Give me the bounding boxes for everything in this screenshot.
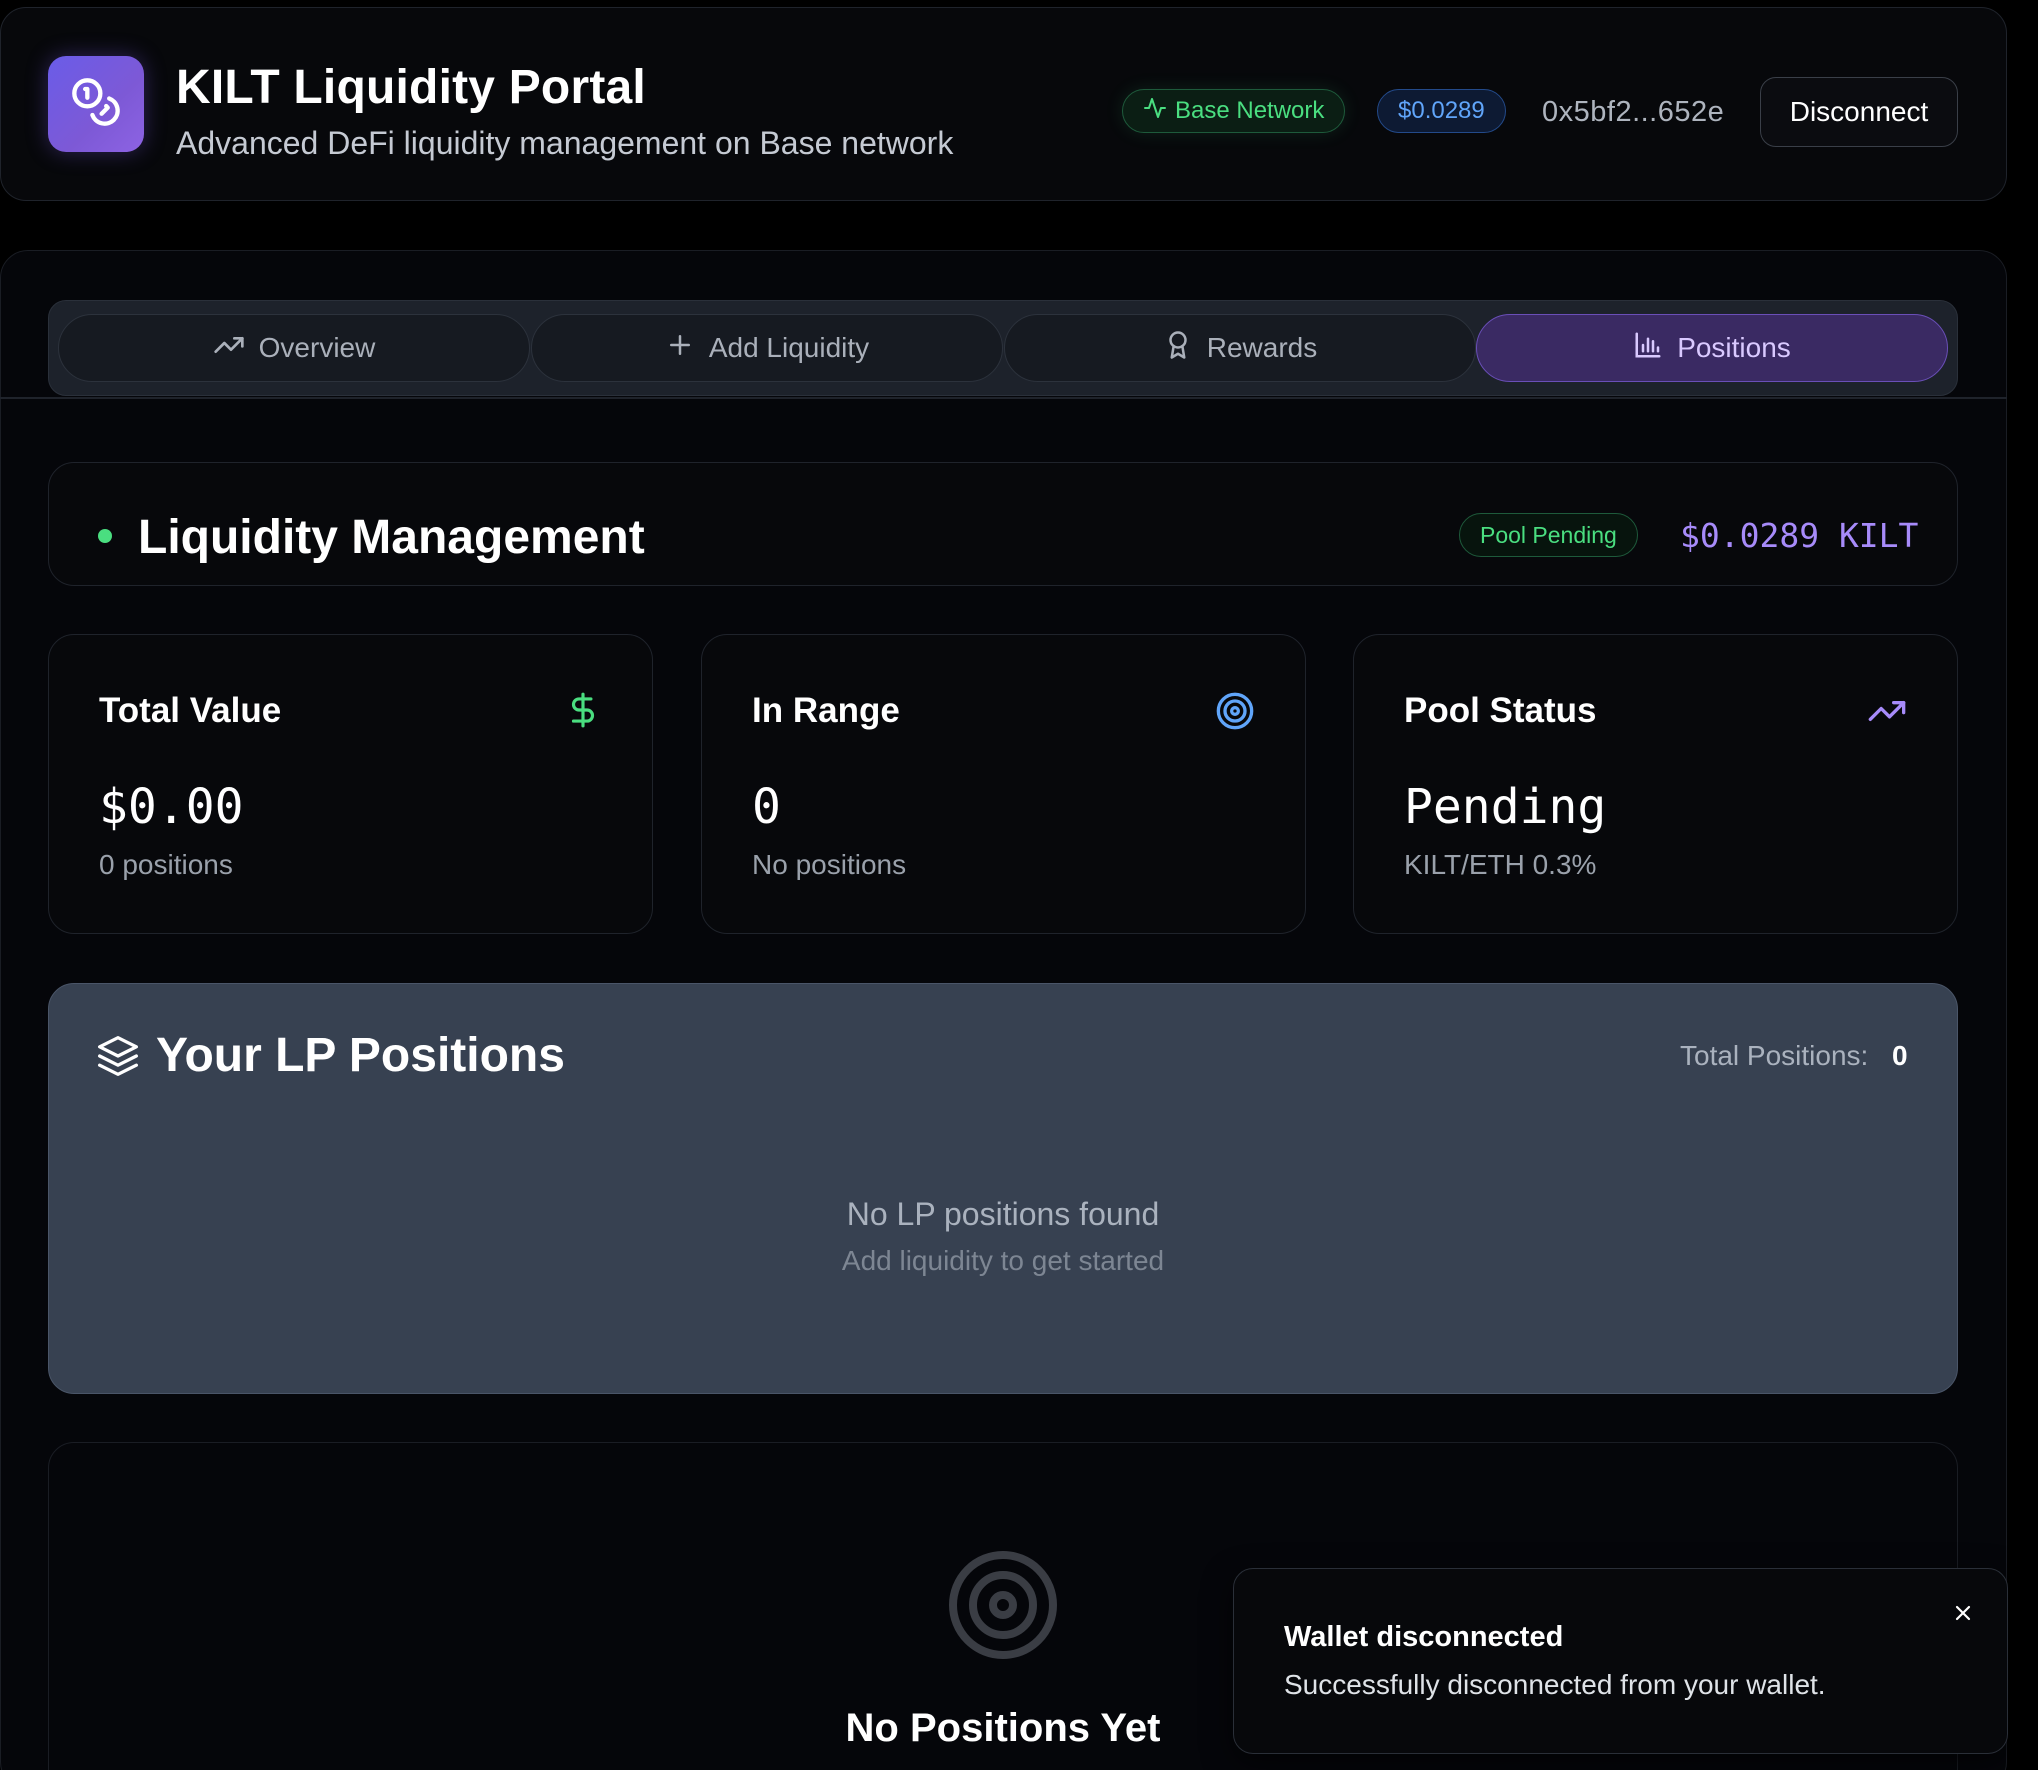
- stat-title: Pool Status: [1404, 691, 1597, 730]
- network-badge: Base Network: [1122, 89, 1346, 133]
- price-badge: $0.0289: [1377, 89, 1506, 133]
- pool-status-badge: Pool Pending: [1459, 513, 1638, 557]
- tab-overview-label: Overview: [258, 332, 376, 363]
- close-icon[interactable]: [1947, 1597, 1979, 1629]
- tab-positions[interactable]: Positions: [1476, 314, 1948, 382]
- kilt-price: $0.0289 KILT: [1680, 516, 1919, 555]
- bar-chart-icon: [1633, 330, 1663, 367]
- tab-positions-label: Positions: [1677, 332, 1791, 363]
- stat-title: In Range: [752, 691, 900, 730]
- empty-state-title: No LP positions found: [846, 1196, 1160, 1232]
- trending-up-icon: [213, 329, 245, 368]
- stat-value: $0.00: [99, 779, 244, 835]
- toast-notification: Wallet disconnected Successfully disconn…: [1233, 1568, 2008, 1754]
- trending-up-icon: [1867, 691, 1907, 736]
- app-title: KILT Liquidity Portal: [176, 61, 646, 114]
- award-icon: [1163, 330, 1193, 367]
- status-dot: [98, 529, 112, 543]
- tab-add-liquidity[interactable]: Add Liquidity: [531, 314, 1003, 382]
- divider: [0, 397, 2007, 399]
- stat-value: Pending: [1404, 779, 1607, 835]
- target-icon: [943, 1545, 1063, 1670]
- stat-title: Total Value: [99, 691, 282, 730]
- toast-message: Successfully disconnected from your wall…: [1284, 1669, 1826, 1700]
- tab-add-liquidity-label: Add Liquidity: [708, 332, 870, 363]
- app-subtitle: Advanced DeFi liquidity management on Ba…: [176, 125, 954, 161]
- stat-value: 0: [752, 779, 781, 835]
- liquidity-management-title: Liquidity Management: [138, 511, 645, 564]
- tab-overview[interactable]: Overview: [58, 314, 530, 382]
- tab-rewards-label: Rewards: [1206, 332, 1318, 363]
- stat-subtitle: KILT/ETH 0.3%: [1404, 849, 1597, 880]
- layers-icon: [96, 1034, 140, 1083]
- target-icon: [1215, 691, 1255, 736]
- network-badge-label: Base Network: [1175, 97, 1325, 124]
- stat-subtitle: No positions: [752, 849, 907, 880]
- empty-state-subtitle: Add liquidity to get started: [841, 1245, 1165, 1276]
- activity-icon: [1143, 96, 1167, 127]
- stat-card-total-value: Total Value $0.00 0 positions: [48, 634, 653, 934]
- lp-positions-title: Your LP Positions: [156, 1029, 565, 1082]
- stat-card-in-range: In Range 0 No positions: [701, 634, 1306, 934]
- wallet-address: 0x5bf2...652e: [1542, 96, 1725, 128]
- dollar-icon: [564, 691, 602, 734]
- tab-rewards[interactable]: Rewards: [1004, 314, 1476, 382]
- toast-title: Wallet disconnected: [1284, 1621, 1564, 1653]
- total-positions-label: Total Positions:: [1680, 1040, 1869, 1071]
- stat-subtitle: 0 positions: [99, 849, 233, 880]
- app-logo: [48, 56, 144, 152]
- disconnect-button[interactable]: Disconnect: [1760, 77, 1958, 147]
- stat-card-pool-status: Pool Status Pending KILT/ETH 0.3%: [1353, 634, 1958, 934]
- plus-icon: [665, 330, 695, 367]
- coins-icon: [70, 76, 122, 133]
- total-positions-value: 0: [1892, 1040, 1908, 1071]
